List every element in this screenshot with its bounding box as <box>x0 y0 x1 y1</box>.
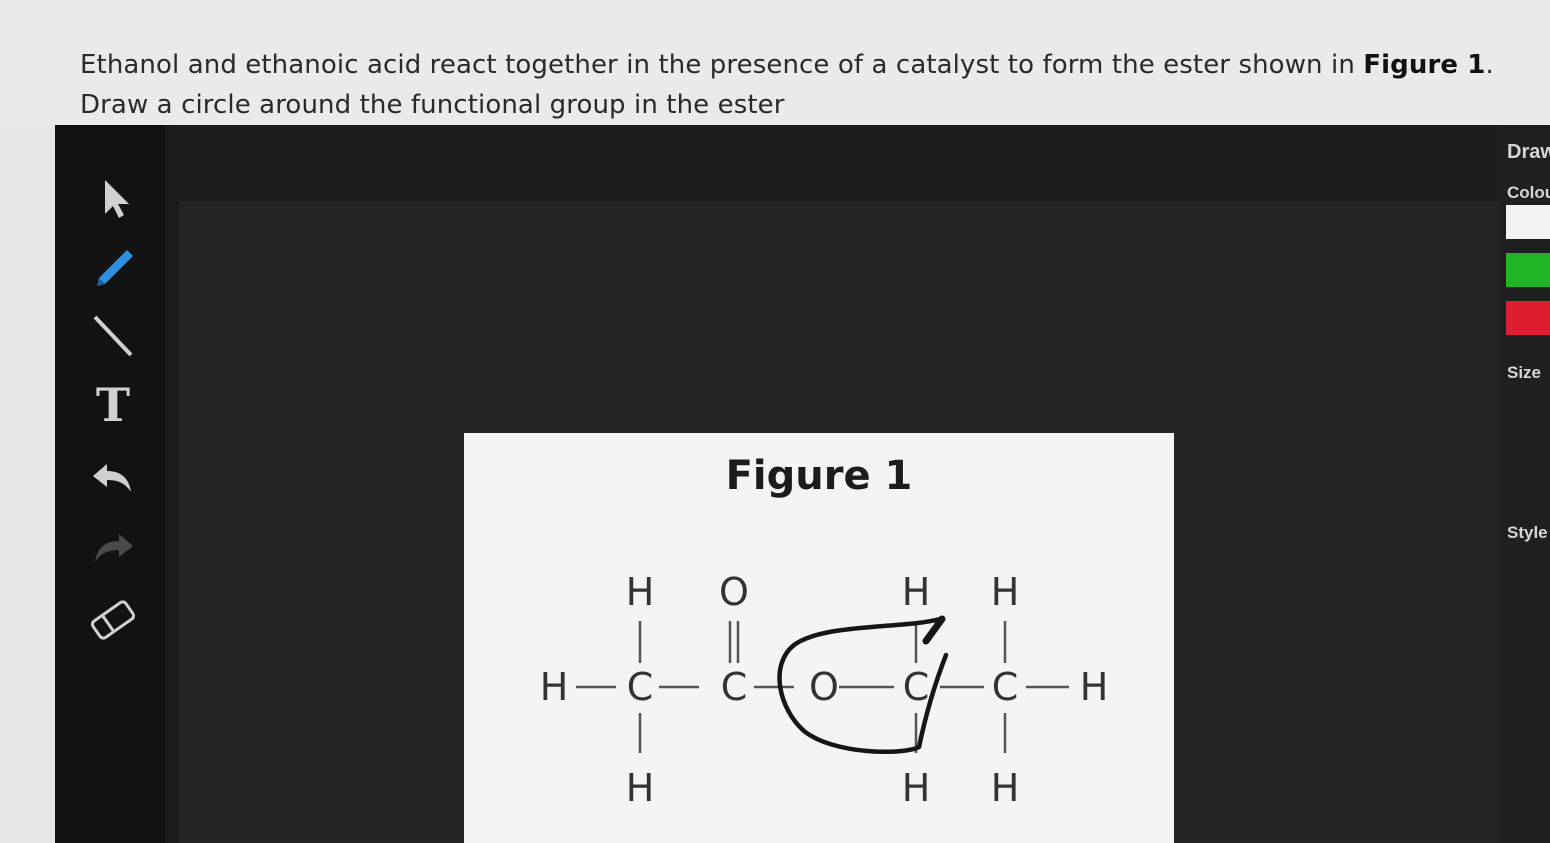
question-line-1-end: . <box>1485 50 1494 80</box>
colour-swatch-white[interactable] <box>1506 205 1550 239</box>
text-tool-button[interactable]: T <box>85 375 141 431</box>
canvas-header <box>179 125 1499 201</box>
atom-h: H <box>626 570 655 614</box>
question-line-1: Ethanol and ethanoic acid react together… <box>80 50 1494 80</box>
question-text: Ethanol and ethanoic acid react together… <box>0 0 1550 128</box>
text-icon: T <box>96 378 130 431</box>
eraser-button[interactable] <box>85 590 141 646</box>
line-icon <box>93 315 133 357</box>
rail-divider <box>165 125 179 843</box>
undo-icon <box>93 464 131 492</box>
atom-labels: H O H H H C C O C C H H H H <box>540 570 1109 810</box>
atom-h: H <box>902 766 931 810</box>
eraser-icon <box>90 600 136 640</box>
question-instruction: Draw a circle around the functional grou… <box>80 90 785 120</box>
atom-c: C <box>721 665 748 709</box>
atom-h: H <box>991 570 1020 614</box>
figure-reference: Figure 1 <box>1363 50 1486 80</box>
atom-h: H <box>1080 665 1109 709</box>
redo-button[interactable] <box>85 520 141 576</box>
figure-1-image: Figure 1 H O H H H C C O C C H H H H <box>464 433 1174 843</box>
cursor-icon <box>105 180 129 218</box>
atom-c: C <box>903 665 930 709</box>
atom-o: O <box>719 570 749 614</box>
draw-options-panel: Draw Colour Size Style <box>1499 125 1550 843</box>
atom-h: H <box>626 766 655 810</box>
undo-button[interactable] <box>85 450 141 506</box>
panel-title: Draw <box>1507 141 1550 163</box>
redo-icon <box>95 534 133 562</box>
select-tool-button[interactable] <box>85 170 141 226</box>
atom-c: C <box>627 665 654 709</box>
question-line-1-text: Ethanol and ethanoic acid react together… <box>80 50 1364 80</box>
colour-swatch-green[interactable] <box>1506 253 1550 287</box>
tool-rail: T <box>55 125 165 843</box>
line-tool-button[interactable] <box>85 305 141 361</box>
drawing-widget: T Draw Colour <box>55 125 1550 843</box>
pencil-icon <box>97 250 133 286</box>
atom-o: O <box>809 665 839 709</box>
svg-text:T: T <box>96 378 130 431</box>
pen-tool-button[interactable] <box>85 240 141 296</box>
size-label: Size <box>1507 363 1542 382</box>
ester-structure: H O H H H C C O C C H H H H <box>540 570 1109 810</box>
colour-label: Colour <box>1507 183 1550 202</box>
atom-c: C <box>992 665 1019 709</box>
atom-h: H <box>540 665 569 709</box>
atom-h: H <box>991 766 1020 810</box>
colour-swatch-red[interactable] <box>1506 301 1550 335</box>
atom-h: H <box>902 570 931 614</box>
style-label: Style <box>1507 523 1548 542</box>
